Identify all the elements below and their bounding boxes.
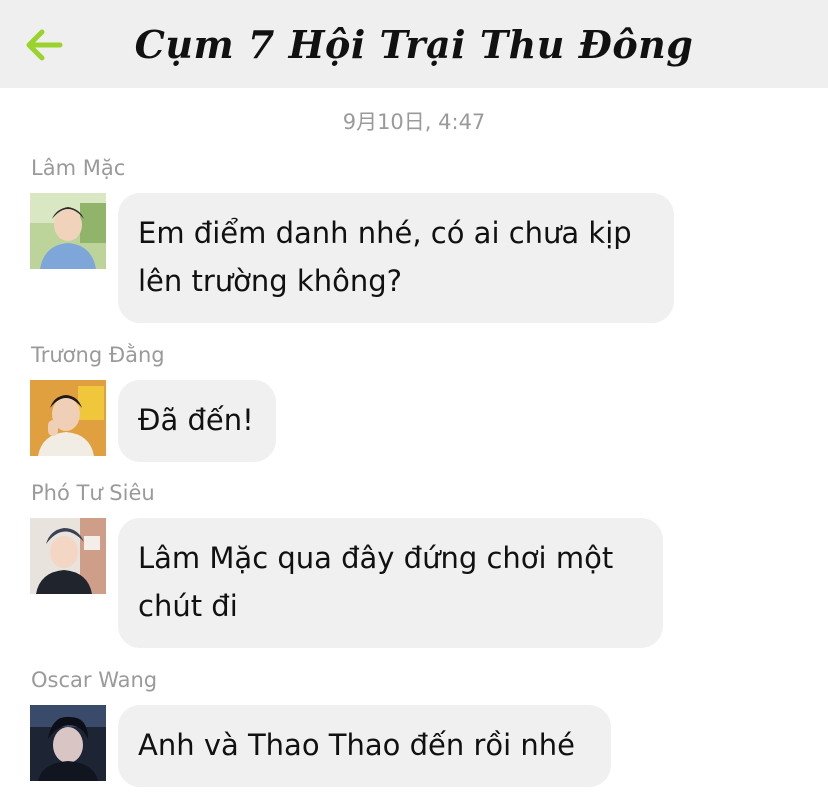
message-bubble[interactable]: Đã đến! xyxy=(118,380,276,462)
message-timestamp: 9月10日, 4:47 xyxy=(342,110,486,134)
avatar-image xyxy=(30,193,106,269)
sender-name: Lâm Mặc xyxy=(31,156,126,180)
avatar-image xyxy=(30,380,106,456)
chat-header: Cụm 7 Hội Trại Thu Đông xyxy=(0,0,828,88)
message-bubble[interactable]: Lâm Mặc qua đây đứng chơi một chút đi xyxy=(118,518,663,648)
avatar[interactable] xyxy=(30,380,106,456)
avatar-image xyxy=(30,518,106,594)
avatar[interactable] xyxy=(30,193,106,269)
arrow-left-icon xyxy=(26,29,63,61)
message-bubble[interactable]: Anh và Thao Thao đến rồi nhé xyxy=(118,705,611,787)
sender-name: Phó Tư Siêu xyxy=(31,481,155,505)
avatar-image xyxy=(30,705,106,781)
back-button[interactable] xyxy=(20,22,68,68)
sender-name: Oscar Wang xyxy=(31,668,158,692)
avatar[interactable] xyxy=(30,705,106,781)
chat-title: Cụm 7 Hội Trại Thu Đông xyxy=(134,21,694,67)
avatar[interactable] xyxy=(30,518,106,594)
sender-name: Trương Đằng xyxy=(31,343,165,367)
message-bubble[interactable]: Em điểm danh nhé, có ai chưa kịp lên trư… xyxy=(118,193,674,323)
